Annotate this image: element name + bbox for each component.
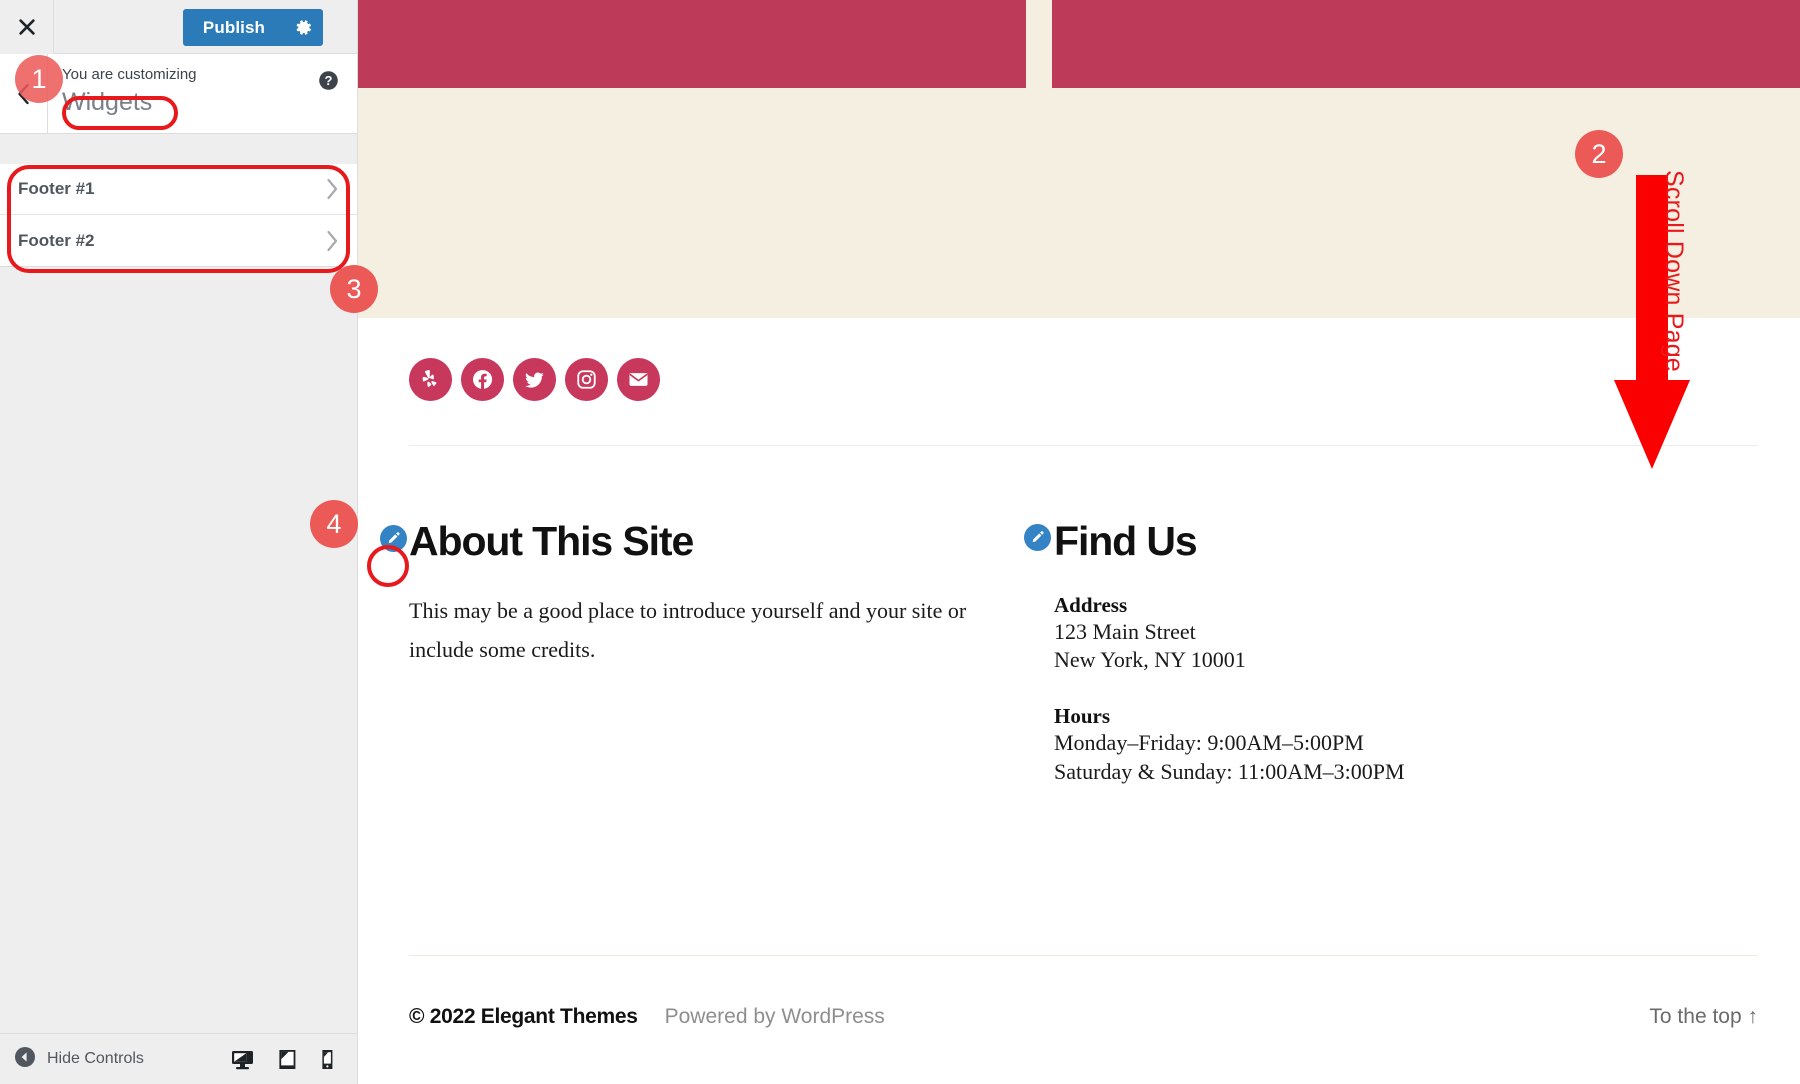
hide-controls-button[interactable]: Hide Controls: [0, 1046, 144, 1073]
address-line-1: 123 Main Street: [1054, 619, 1196, 645]
scroll-down-annotation-text: Scroll Down Page: [1660, 170, 1688, 372]
twitter-icon[interactable]: [513, 358, 556, 401]
widget-area-list: Footer #1 Footer #2: [0, 164, 357, 267]
facebook-icon[interactable]: [461, 358, 504, 401]
annotation-badge-1: 1: [15, 55, 63, 103]
hours-block: Hours Monday–Friday: 9:00AM–5:00PM Satur…: [1054, 704, 1674, 785]
widget-about-this-site: About This Site This may be a good place…: [378, 518, 1029, 669]
address-block: Address 123 Main Street New York, NY 100…: [1054, 593, 1674, 674]
hours-title: Hours: [1054, 704, 1111, 729]
publish-control-group: Publish: [182, 9, 323, 46]
about-heading-text: About This Site: [409, 518, 694, 564]
email-icon[interactable]: [617, 358, 660, 401]
pencil-circle: [379, 524, 407, 552]
edit-pencil-icon[interactable]: [1022, 522, 1052, 552]
chevron-right-icon: [325, 230, 339, 252]
sidebar-item-footer-1[interactable]: Footer #1: [0, 164, 357, 215]
help-icon[interactable]: ?: [318, 70, 339, 96]
desktop-icon[interactable]: [230, 1047, 255, 1072]
sidebar-topbar: Publish: [0, 0, 357, 54]
widget-label: Footer #2: [18, 230, 95, 250]
annotation-badge-2: 2: [1575, 130, 1623, 178]
widget-find-us: Find Us Address 123 Main Street New York…: [1022, 518, 1674, 786]
copyright-text: © 2022 Elegant Themes: [409, 1005, 638, 1028]
customizer-sidebar: Publish You are customizing Widgets ? Fo…: [0, 0, 358, 1084]
instagram-icon[interactable]: [565, 358, 608, 401]
social-links-row: [409, 358, 660, 401]
divider-top: [409, 445, 1758, 446]
sidebar-header-texts: You are customizing Widgets ?: [48, 54, 357, 133]
close-icon[interactable]: [0, 0, 54, 54]
about-body-text: This may be a good place to introduce yo…: [409, 598, 967, 662]
cream-band: [358, 88, 1800, 318]
yelp-icon[interactable]: [409, 358, 452, 401]
sidebar-item-footer-2[interactable]: Footer #2: [0, 215, 357, 266]
edit-pencil-icon[interactable]: [378, 523, 408, 553]
about-heading: About This Site: [378, 518, 1029, 564]
chevron-right-icon: [325, 178, 339, 200]
powered-by-link[interactable]: Powered by WordPress: [665, 1005, 885, 1029]
sidebar-spacer: [0, 134, 357, 164]
annotation-badge-4: 4: [310, 500, 358, 548]
device-preview-buttons: [230, 1047, 357, 1072]
widget-label: Footer #1: [18, 179, 95, 198]
hide-controls-label: Hide Controls: [47, 1050, 144, 1067]
to-the-top-link[interactable]: To the top ↑: [1649, 1005, 1758, 1029]
crimson-block-left: [358, 0, 1026, 88]
address-title: Address: [1054, 593, 1128, 618]
footer-bottom-bar: © 2022 Elegant Themes Powered by WordPre…: [409, 1005, 1758, 1029]
hours-line-2: Saturday & Sunday: 11:00AM–3:00PM: [1054, 758, 1405, 784]
mobile-icon[interactable]: [320, 1047, 335, 1072]
preview-top-blocks: [358, 0, 1800, 88]
customizer-screen: Publish You are customizing Widgets ? Fo…: [0, 0, 1800, 1084]
find-us-heading-text: Find Us: [1054, 518, 1198, 564]
find-us-heading: Find Us: [1022, 518, 1674, 564]
sidebar-footer-bar: Hide Controls: [0, 1033, 357, 1084]
publish-button[interactable]: Publish: [183, 9, 283, 46]
pencil-circle: [1023, 523, 1051, 551]
hours-line-1: Monday–Friday: 9:00AM–5:00PM: [1054, 730, 1364, 756]
customizing-label: You are customizing: [62, 66, 197, 83]
crimson-block-right: [1052, 0, 1800, 88]
sidebar-empty-area: [0, 297, 357, 1033]
divider-bottom: [409, 955, 1758, 956]
page-title: Widgets: [62, 88, 153, 116]
svg-text:?: ?: [325, 73, 333, 88]
collapse-arrow-icon: [14, 1046, 36, 1073]
address-line-2: New York, NY 10001: [1054, 647, 1246, 673]
tablet-icon[interactable]: [277, 1047, 298, 1072]
annotation-badge-3: 3: [330, 265, 378, 313]
gear-icon[interactable]: [283, 9, 323, 46]
